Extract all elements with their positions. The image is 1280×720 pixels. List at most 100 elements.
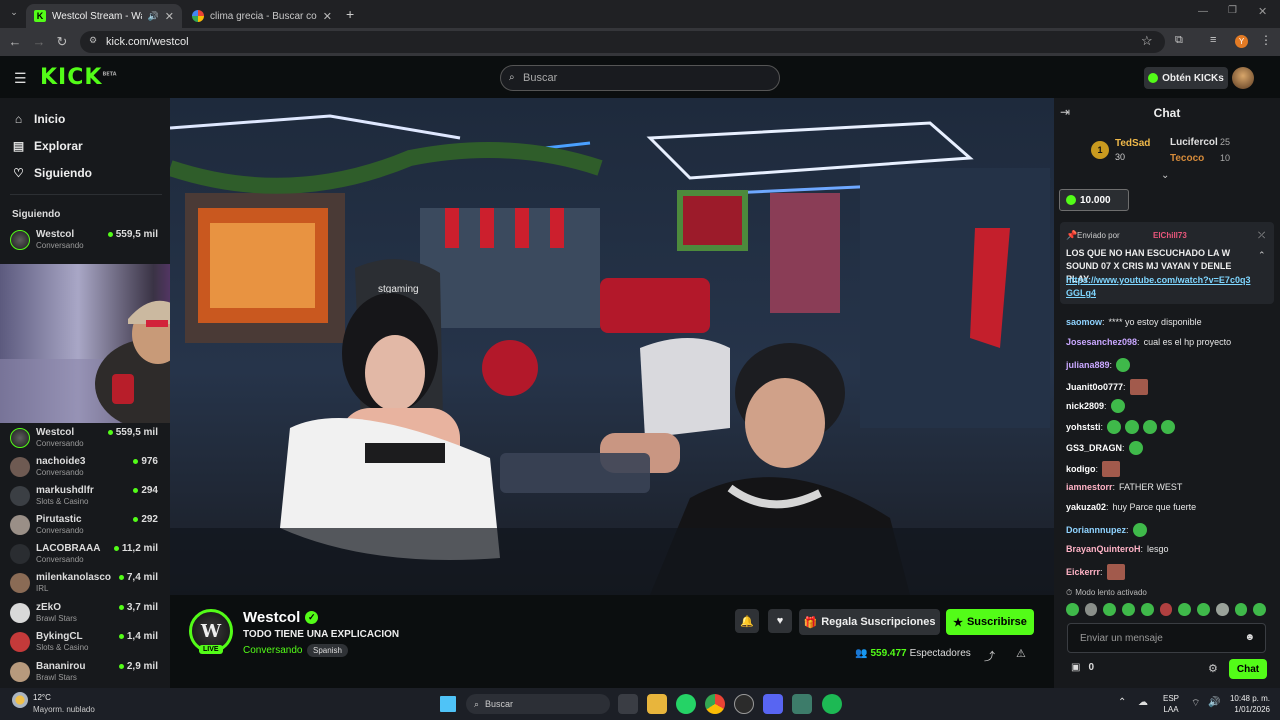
emote-icon[interactable] <box>1178 603 1192 616</box>
extensions-icon[interactable]: ⧉ <box>1175 34 1183 47</box>
site-info-icon[interactable]: ⚙ <box>89 35 97 46</box>
close-tab-icon[interactable]: ✕ <box>165 10 174 23</box>
task-view-icon[interactable] <box>618 694 638 714</box>
emote-picker-icon[interactable]: ☻ <box>1244 632 1255 643</box>
get-kicks-button[interactable]: Obtén KICKs <box>1144 67 1228 89</box>
subscribe-button[interactable]: ★ Suscribirse <box>946 609 1034 635</box>
emote-icon[interactable] <box>1197 603 1210 616</box>
obs-icon[interactable] <box>734 694 754 714</box>
browser-tab-clima[interactable]: clima grecia - Buscar con Goog ✕ <box>184 4 340 28</box>
chat-settings-gear-icon[interactable]: ⚙ <box>1208 662 1218 675</box>
close-tab-icon[interactable]: ✕ <box>323 10 332 23</box>
emote-icon[interactable] <box>1253 603 1267 616</box>
language-tag[interactable]: Spanish <box>307 644 348 657</box>
unpin-icon[interactable]: ⤫ <box>1258 230 1265 241</box>
recommended-channel[interactable]: Westcol Conversando 559,5 mil <box>10 425 162 453</box>
search-input[interactable]: ⌕ Buscar <box>500 65 780 91</box>
recommended-channel[interactable]: markushdlfr Slots & Casino 294 <box>10 483 162 511</box>
kicks-amount-chip[interactable]: 10.000 <box>1059 189 1129 211</box>
emote-icon[interactable] <box>1159 603 1173 616</box>
notification-bell-button[interactable]: 🔔 <box>735 609 759 633</box>
tab-search-button[interactable]: ⌄ <box>6 7 22 21</box>
chat-username[interactable]: BrayanQuinteroH <box>1066 544 1141 554</box>
sidebar-item-inicio[interactable]: ⌂ Inicio <box>12 112 65 126</box>
channel-avatar <box>10 515 30 535</box>
chat-username[interactable]: Josesanchez098 <box>1066 337 1137 347</box>
recommended-channel[interactable]: nachoide3 Conversando 976 <box>10 454 162 482</box>
pinned-link[interactable]: https://www.youtube.com/watch?v=E7c0q3GG… <box>1066 274 1252 300</box>
back-arrow-icon[interactable]: ← <box>6 34 24 49</box>
chat-username[interactable]: GS3_DRAGN <box>1066 443 1122 453</box>
chat-username[interactable]: Juanit0o0777 <box>1066 382 1123 392</box>
wifi-icon[interactable]: ⌔ <box>1191 697 1200 710</box>
close-window-icon[interactable]: ✕ <box>1258 5 1267 18</box>
recommended-channel[interactable]: milenkanolasco IRL 7,4 mil <box>10 570 162 598</box>
stream-category[interactable]: Conversando <box>243 645 302 656</box>
chat-username[interactable]: juliana889 <box>1066 360 1110 370</box>
recommended-channel[interactable]: Pirutastic Conversando 292 <box>10 512 162 540</box>
share-icon[interactable]: ⤴ <box>984 648 995 664</box>
browser-tab-westcol[interactable]: K Westcol Stream - Watch Li 🔊 ✕ <box>26 4 182 28</box>
hamburger-menu-icon[interactable]: ☰ <box>14 70 27 87</box>
emote-icon[interactable] <box>1066 603 1079 616</box>
emote-icon[interactable] <box>1234 603 1248 616</box>
chat-username[interactable]: nick2809 <box>1066 401 1104 411</box>
onedrive-icon[interactable]: ☁ <box>1138 697 1148 708</box>
browser-menu-icon[interactable]: ⋮ <box>1260 33 1272 47</box>
windows-start-icon[interactable] <box>440 696 456 712</box>
kick-logo[interactable]: KICKBETA <box>40 65 117 90</box>
chat-input[interactable]: Enviar un mensaje ☻ <box>1067 623 1266 653</box>
chrome-icon[interactable] <box>705 694 725 714</box>
new-tab-button[interactable]: + <box>346 6 354 22</box>
language-indicator[interactable]: ESP LAA <box>1163 693 1179 715</box>
chat-username[interactable]: Doriannnupez <box>1066 525 1126 535</box>
chat-username[interactable]: saomow <box>1066 317 1102 327</box>
emote-icon[interactable] <box>1215 603 1229 616</box>
restore-window-icon[interactable]: ❐ <box>1228 5 1237 16</box>
send-chat-button[interactable]: Chat <box>1229 659 1267 679</box>
report-icon[interactable]: ⚠ <box>1016 647 1026 660</box>
app-icon[interactable] <box>792 694 812 714</box>
recommended-channel[interactable]: LACOBRAAA Conversando 11,2 mil <box>10 541 162 569</box>
video-player[interactable]: stgaming <box>170 98 1054 595</box>
discord-icon[interactable] <box>763 694 783 714</box>
clock[interactable]: 10:48 p. m. 1/01/2026 <box>1226 693 1270 715</box>
logo-text: KICK <box>40 65 103 90</box>
forward-arrow-icon[interactable]: → <box>30 34 48 49</box>
expand-leaderboard-icon[interactable]: ⌄ <box>1161 170 1169 181</box>
media-control-icon[interactable]: ≡ <box>1210 34 1216 46</box>
channel-points[interactable]: ▣ 0 <box>1071 662 1094 673</box>
emote-icon[interactable] <box>1140 603 1154 616</box>
emote-icon[interactable] <box>1122 603 1135 616</box>
minimize-window-icon[interactable]: — <box>1198 6 1208 17</box>
address-bar[interactable]: ⚙ kick.com/westcol <box>80 31 1165 53</box>
tray-chevron-icon[interactable]: ⌃ <box>1118 697 1126 708</box>
collapse-pinned-icon[interactable]: ⌃ <box>1258 250 1266 261</box>
reload-icon[interactable]: ↻ <box>53 34 71 50</box>
recommended-channel[interactable]: BykingCL Slots & Casino 1,4 mil <box>10 629 162 657</box>
sidebar-item-siguiendo[interactable]: ♡ Siguiendo <box>12 166 92 180</box>
chat-username[interactable]: iamnestorr <box>1066 482 1113 492</box>
chat-username[interactable]: yakuza02 <box>1066 502 1106 512</box>
chat-username[interactable]: kodigo <box>1066 464 1096 474</box>
volume-icon[interactable]: 🔊 <box>1208 697 1220 708</box>
bookmark-star-icon[interactable]: ☆ <box>1141 33 1153 49</box>
recommended-channel[interactable]: zEkO Brawl Stars 3,7 mil <box>10 600 162 628</box>
gift-subs-button[interactable]: 🎁 Regala Suscripciones <box>799 609 940 635</box>
followed-channel-westcol[interactable]: Westcol Conversando 559,5 mil <box>10 227 162 255</box>
follow-button[interactable]: ♥ <box>768 609 792 633</box>
weather-icon[interactable] <box>12 692 28 708</box>
emote-icon[interactable] <box>1084 603 1098 616</box>
user-avatar[interactable] <box>1232 67 1254 89</box>
sidebar-item-explorar[interactable]: ▤ Explorar <box>12 139 83 153</box>
recommended-channel[interactable]: Bananirou Brawl Stars 2,9 mil <box>10 659 162 687</box>
emote-icon[interactable] <box>1103 603 1117 616</box>
whatsapp-icon[interactable] <box>676 694 696 714</box>
chat-username[interactable]: yohststi <box>1066 422 1101 432</box>
spotify-icon[interactable] <box>822 694 842 714</box>
chat-username[interactable]: Eickerrr <box>1066 567 1100 577</box>
file-explorer-icon[interactable] <box>647 694 667 714</box>
profile-avatar-icon[interactable]: Y <box>1235 35 1248 48</box>
streamer-name[interactable]: Westcol ✓ <box>243 609 319 626</box>
taskbar-search[interactable]: ⌕ Buscar <box>466 694 610 714</box>
